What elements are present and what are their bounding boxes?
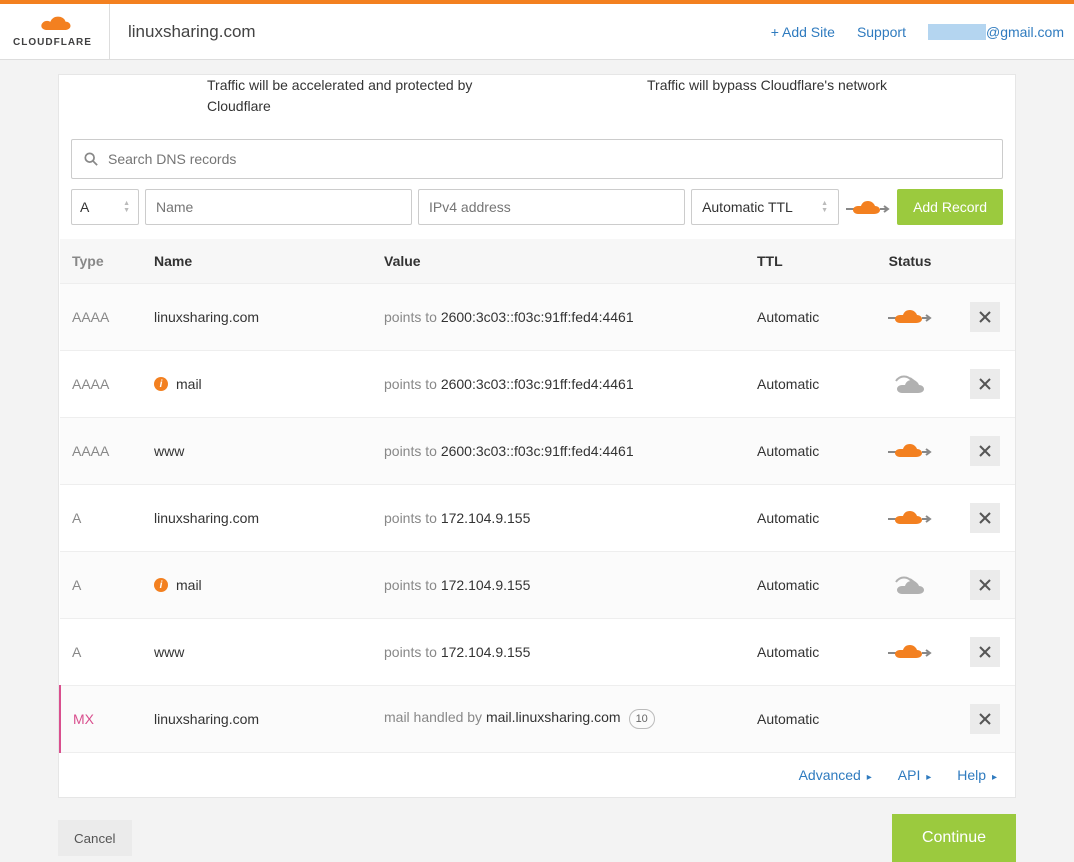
th-type: Type <box>60 239 142 284</box>
cell-name[interactable]: linuxsharing.com <box>142 686 372 753</box>
close-icon <box>979 311 991 323</box>
cell-ttl[interactable]: Automatic <box>745 619 865 686</box>
delete-record-button[interactable] <box>970 369 1000 399</box>
cell-ttl[interactable]: Automatic <box>745 552 865 619</box>
cell-value[interactable]: points to 172.104.9.155 <box>372 619 745 686</box>
close-icon <box>979 646 991 658</box>
user-email-link[interactable]: xx@gmail.com <box>928 24 1064 40</box>
proxy-status-toggle[interactable] <box>865 284 955 351</box>
delete-record-button[interactable] <box>970 570 1000 600</box>
info-proxied-text: Traffic will be accelerated and protecte… <box>207 75 507 117</box>
table-row[interactable]: AAAAwwwpoints to 2600:3c03::f03c:91ff:fe… <box>60 418 1015 485</box>
cell-value[interactable]: points to 172.104.9.155 <box>372 552 745 619</box>
proxy-status-toggle <box>865 686 955 753</box>
delete-record-button[interactable] <box>970 302 1000 332</box>
help-link[interactable]: Help ▸ <box>957 767 997 783</box>
record-value-input[interactable] <box>429 199 674 215</box>
delete-record-button[interactable] <box>970 436 1000 466</box>
cell-type: AAAA <box>60 351 142 418</box>
close-icon <box>979 713 991 725</box>
global-header: CLOUDFLARE linuxsharing.com + Add Site S… <box>0 4 1074 60</box>
close-icon <box>979 512 991 524</box>
support-link[interactable]: Support <box>857 24 906 40</box>
record-ttl-value: Automatic TTL <box>702 199 793 215</box>
cell-value[interactable]: points to 2600:3c03::f03c:91ff:fed4:4461 <box>372 418 745 485</box>
breadcrumb-domain[interactable]: linuxsharing.com <box>110 22 771 42</box>
th-value: Value <box>372 239 745 284</box>
warning-icon: i <box>154 377 168 391</box>
proxy-status-toggle[interactable] <box>865 485 955 552</box>
cell-type: A <box>60 485 142 552</box>
cell-value[interactable]: points to 2600:3c03::f03c:91ff:fed4:4461 <box>372 351 745 418</box>
cell-name[interactable]: www <box>142 418 372 485</box>
table-row[interactable]: Awwwpoints to 172.104.9.155Automatic <box>60 619 1015 686</box>
delete-record-button[interactable] <box>970 637 1000 667</box>
close-icon <box>979 445 991 457</box>
close-icon <box>979 378 991 390</box>
cell-ttl[interactable]: Automatic <box>745 284 865 351</box>
proxy-toggle-new[interactable] <box>845 196 891 218</box>
cell-name[interactable]: www <box>142 619 372 686</box>
record-type-select[interactable]: A ▲▼ <box>71 189 139 225</box>
proxy-status-toggle[interactable] <box>865 552 955 619</box>
cloudflare-logo[interactable]: CLOUDFLARE <box>0 4 110 59</box>
cell-ttl[interactable]: Automatic <box>745 418 865 485</box>
stepper-icon: ▲▼ <box>821 200 828 214</box>
cell-type: AAAA <box>60 284 142 351</box>
th-ttl: TTL <box>745 239 865 284</box>
add-site-link[interactable]: + Add Site <box>771 24 835 40</box>
chevron-right-icon: ▸ <box>992 772 997 783</box>
chevron-right-icon: ▸ <box>867 772 872 783</box>
cell-name[interactable]: imail <box>142 351 372 418</box>
priority-pill: 10 <box>629 709 655 729</box>
th-name: Name <box>142 239 372 284</box>
cell-type: AAAA <box>60 418 142 485</box>
cell-type: A <box>60 552 142 619</box>
proxy-status-toggle[interactable] <box>865 418 955 485</box>
cancel-button[interactable]: Cancel <box>58 820 132 856</box>
delete-record-button[interactable] <box>970 704 1000 734</box>
record-ttl-select[interactable]: Automatic TTL ▲▼ <box>691 189 839 225</box>
api-link[interactable]: API ▸ <box>898 767 932 783</box>
continue-button[interactable]: Continue <box>892 814 1016 862</box>
chevron-right-icon: ▸ <box>926 772 931 783</box>
proxy-status-toggle[interactable] <box>865 619 955 686</box>
delete-record-button[interactable] <box>970 503 1000 533</box>
th-status: Status <box>865 239 955 284</box>
search-icon <box>84 152 98 166</box>
close-icon <box>979 579 991 591</box>
cell-value[interactable]: points to 2600:3c03::f03c:91ff:fed4:4461 <box>372 284 745 351</box>
cell-value[interactable]: points to 172.104.9.155 <box>372 485 745 552</box>
cell-name[interactable]: linuxsharing.com <box>142 485 372 552</box>
table-row[interactable]: Alinuxsharing.compoints to 172.104.9.155… <box>60 485 1015 552</box>
record-type-value: A <box>80 199 89 215</box>
advanced-link[interactable]: Advanced ▸ <box>799 767 872 783</box>
info-bypass-text: Traffic will bypass Cloudflare's network <box>647 75 887 117</box>
table-row[interactable]: AAAAlinuxsharing.compoints to 2600:3c03:… <box>60 284 1015 351</box>
table-row[interactable]: AAAAimailpoints to 2600:3c03::f03c:91ff:… <box>60 351 1015 418</box>
cloudflare-wordmark: CLOUDFLARE <box>13 37 92 48</box>
cell-value[interactable]: mail handled by mail.linuxsharing.com10 <box>372 686 745 753</box>
cell-name[interactable]: imail <box>142 552 372 619</box>
add-record-button[interactable]: Add Record <box>897 189 1003 225</box>
table-row[interactable]: Aimailpoints to 172.104.9.155Automatic <box>60 552 1015 619</box>
search-dns-input[interactable] <box>98 151 990 167</box>
cell-ttl[interactable]: Automatic <box>745 485 865 552</box>
warning-icon: i <box>154 578 168 592</box>
dns-records-table: Type Name Value TTL Status AAAAlinuxshar… <box>59 239 1015 753</box>
dns-card: Traffic will be accelerated and protecte… <box>58 74 1016 798</box>
proxy-status-toggle[interactable] <box>865 351 955 418</box>
cell-ttl[interactable]: Automatic <box>745 351 865 418</box>
cell-name[interactable]: linuxsharing.com <box>142 284 372 351</box>
table-row[interactable]: MXlinuxsharing.commail handled by mail.l… <box>60 686 1015 753</box>
stepper-icon: ▲▼ <box>123 200 130 214</box>
record-name-input[interactable] <box>156 199 401 215</box>
cell-ttl[interactable]: Automatic <box>745 686 865 753</box>
cloudflare-cloud-icon <box>31 15 75 35</box>
search-dns-input-wrap[interactable] <box>71 139 1003 179</box>
cell-type: A <box>60 619 142 686</box>
cell-type: MX <box>60 686 142 753</box>
